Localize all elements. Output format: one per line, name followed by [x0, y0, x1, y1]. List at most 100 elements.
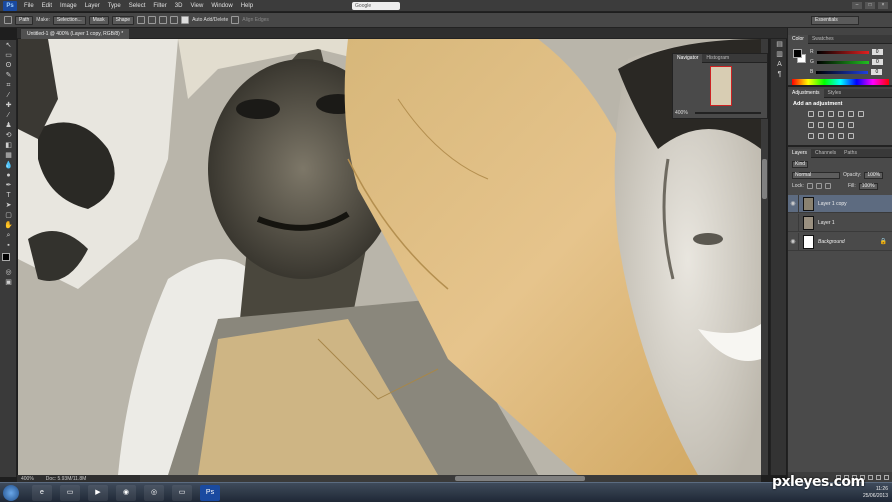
tab-paths[interactable]: Paths — [840, 149, 861, 158]
hue-saturation-icon[interactable] — [858, 111, 864, 117]
eraser-tool-icon[interactable]: ◧ — [2, 141, 15, 150]
layer-row[interactable]: ◉ Layer 1 copy — [788, 194, 892, 213]
make-shape-button[interactable]: Shape — [111, 15, 135, 25]
rectangle-tool-icon[interactable]: ▢ — [2, 211, 15, 220]
blue-value-input[interactable]: 0 — [871, 69, 883, 75]
layer-row[interactable]: ◉ Background 🔒 — [788, 232, 892, 251]
tab-histogram[interactable]: Histogram — [702, 54, 733, 63]
vertical-scroll-thumb[interactable] — [762, 159, 767, 199]
healing-brush-tool-icon[interactable]: ✚ — [2, 101, 15, 110]
green-slider[interactable] — [816, 60, 869, 64]
fill-input[interactable]: 100% — [858, 182, 878, 190]
folder-icon[interactable]: ▭ — [172, 485, 192, 501]
blur-tool-icon[interactable]: 💧 — [2, 161, 15, 170]
tab-layers[interactable]: Layers — [788, 148, 812, 158]
chrome-icon[interactable]: ◎ — [144, 485, 164, 501]
delete-layer-icon[interactable] — [884, 474, 889, 480]
selective-color-icon[interactable] — [838, 133, 844, 139]
start-button[interactable] — [3, 485, 19, 501]
photoshop-taskbar-icon[interactable]: Ps — [200, 485, 220, 501]
navigator-zoom-slider[interactable] — [695, 112, 761, 114]
menu-select[interactable]: Select — [125, 3, 150, 9]
menu-image[interactable]: Image — [56, 3, 81, 9]
auto-add-delete-checkbox[interactable] — [181, 16, 190, 24]
layer-name[interactable]: Layer 1 — [818, 220, 835, 226]
make-mask-button[interactable]: Mask — [88, 15, 109, 25]
green-value-input[interactable]: 0 — [871, 59, 883, 65]
red-slider[interactable] — [816, 50, 869, 54]
type-tool-icon[interactable]: T — [2, 191, 15, 200]
invert-icon[interactable] — [808, 133, 814, 139]
menu-file[interactable]: File — [20, 3, 38, 9]
history-panel-icon[interactable]: ▤ — [773, 40, 786, 49]
quick-mask-icon[interactable]: ◎ — [2, 268, 15, 277]
lock-position-icon[interactable] — [815, 183, 822, 189]
mode-select[interactable]: Path — [15, 15, 34, 25]
brightness-contrast-icon[interactable] — [808, 111, 814, 117]
crop-tool-icon[interactable]: ⌗ — [2, 81, 15, 90]
levels-icon[interactable] — [818, 111, 824, 117]
quick-selection-tool-icon[interactable]: ✎ — [2, 71, 15, 80]
gear-icon[interactable] — [170, 16, 179, 24]
document-tab[interactable]: Untitled-1 @ 400% (Layer 1 copy, RGB/8) … — [21, 29, 130, 39]
move-tool-icon[interactable]: ↖ — [2, 41, 15, 50]
hand-tool-icon[interactable]: ✋ — [2, 221, 15, 230]
curves-icon[interactable] — [828, 111, 834, 117]
foreground-color-swatch[interactable] — [2, 253, 10, 261]
navigator-zoom[interactable]: 400% — [675, 110, 688, 116]
pen-tool-preset-icon[interactable] — [4, 16, 12, 24]
horizontal-scroll-thumb[interactable] — [455, 476, 585, 481]
layer-row[interactable]: Layer 1 — [788, 213, 892, 232]
color-swatches[interactable] — [0, 251, 16, 267]
firefox-icon[interactable]: ◉ — [116, 485, 136, 501]
tab-navigator[interactable]: Navigator — [673, 53, 703, 63]
layer-name[interactable]: Background — [818, 239, 845, 245]
blue-slider[interactable] — [816, 70, 869, 74]
tab-color[interactable]: Color — [788, 34, 808, 44]
menu-type[interactable]: Type — [104, 3, 125, 9]
opacity-input[interactable]: 100% — [864, 171, 884, 179]
internet-explorer-icon[interactable]: e — [32, 485, 52, 501]
channel-mixer-icon[interactable] — [838, 122, 844, 128]
close-icon[interactable]: × — [878, 2, 888, 9]
lasso-tool-icon[interactable]: ʘ — [2, 61, 15, 70]
color-lookup-icon[interactable] — [848, 122, 854, 128]
posterize-icon[interactable] — [818, 133, 824, 139]
system-clock[interactable]: 11:26 25/06/2013 — [863, 486, 888, 500]
tab-styles[interactable]: Styles — [824, 89, 846, 98]
foreground-color-swatch[interactable] — [793, 49, 802, 58]
menu-filter[interactable]: Filter — [149, 3, 170, 9]
new-layer-icon[interactable] — [876, 474, 881, 480]
navigator-thumbnail[interactable] — [710, 66, 732, 106]
menu-window[interactable]: Window — [207, 3, 236, 9]
path-selection-tool-icon[interactable]: ➤ — [2, 201, 15, 210]
document-canvas[interactable] — [18, 39, 761, 475]
color-ramp[interactable] — [792, 79, 889, 85]
black-white-icon[interactable] — [818, 122, 824, 128]
exposure-icon[interactable] — [838, 111, 844, 117]
zoom-tool-icon[interactable]: ⌕ — [2, 231, 15, 240]
paragraph-panel-icon[interactable]: ¶ — [773, 70, 786, 79]
align-edges-checkbox[interactable] — [231, 16, 240, 24]
path-arrangement-icon[interactable] — [159, 16, 168, 24]
make-selection-button[interactable]: Selection... — [52, 15, 86, 25]
photo-filter-icon[interactable] — [828, 122, 834, 128]
clone-stamp-tool-icon[interactable]: ♟ — [2, 121, 15, 130]
minimize-icon[interactable]: – — [852, 2, 862, 9]
character-panel-icon[interactable]: A — [773, 60, 786, 69]
workspace-select[interactable]: Essentials — [811, 16, 859, 25]
search-input[interactable]: Google — [352, 1, 401, 10]
threshold-icon[interactable] — [828, 133, 834, 139]
gradient-map-icon[interactable] — [848, 133, 854, 139]
default-colors-icon[interactable]: ▪ — [2, 241, 15, 250]
gradient-tool-icon[interactable]: ▦ — [2, 151, 15, 160]
eye-icon[interactable]: ◉ — [788, 194, 799, 213]
horizontal-scrollbar[interactable] — [140, 475, 761, 482]
vibrance-icon[interactable] — [848, 111, 854, 117]
properties-panel-icon[interactable]: ▥ — [773, 50, 786, 59]
pen-tool-icon[interactable]: ✒ — [2, 181, 15, 190]
tab-swatches[interactable]: Swatches — [808, 35, 838, 44]
lock-all-icon[interactable] — [824, 183, 831, 189]
eyedropper-tool-icon[interactable]: ⁄ — [2, 91, 15, 100]
screen-mode-icon[interactable]: ▣ — [2, 278, 15, 287]
